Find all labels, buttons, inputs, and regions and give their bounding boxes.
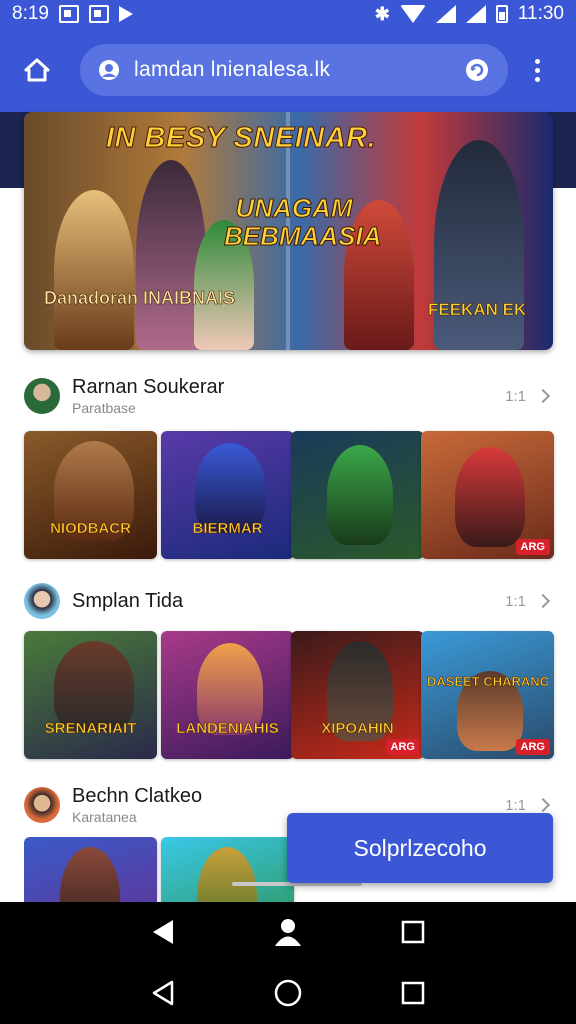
card-character — [54, 641, 134, 731]
back-button[interactable] — [143, 912, 183, 952]
section-title-group: Smplan Tida — [72, 590, 183, 613]
avatar — [24, 378, 60, 414]
battery-icon — [495, 5, 508, 23]
card-label: LANDENIAHIS — [176, 720, 279, 737]
status-time-left: 8:19 — [12, 3, 49, 24]
game-card[interactable]: SRENARIAIT — [24, 631, 157, 759]
card-character — [327, 445, 393, 545]
recents-button[interactable] — [393, 973, 433, 1013]
avatar — [24, 787, 60, 823]
card-badge: ARG — [385, 739, 420, 755]
url-text: lamdan lnienalesa.lk — [134, 58, 331, 81]
banner-title: IN BESY SNEINAR. — [105, 122, 377, 155]
browser-toolbar: lamdan lnienalesa.lk — [0, 28, 576, 112]
game-card[interactable]: NIODBACR — [24, 431, 157, 559]
url-bar[interactable]: lamdan lnienalesa.lk — [80, 44, 508, 96]
back-icon — [152, 980, 173, 1006]
circle-home-icon — [274, 979, 302, 1007]
section-title: Rarnan Soukerar — [72, 376, 225, 398]
status-time-right: 11:30 — [517, 3, 564, 24]
chevron-right-icon[interactable] — [535, 388, 551, 404]
section-header[interactable]: Rarnan Soukerar Paratbase 1:1 — [24, 374, 554, 418]
avatar — [24, 583, 60, 619]
status-bar: 8:19 ✱ 11:30 — [0, 0, 576, 28]
status-right: ✱ 11:30 — [375, 3, 564, 25]
section-title-group: Bechn Clatkeo Karatanea — [72, 785, 202, 825]
menu-dot — [534, 76, 540, 82]
user-pin-icon — [99, 60, 119, 80]
more-vert-icon[interactable] — [522, 47, 552, 93]
play-store-icon — [118, 6, 133, 22]
card-badge: ARG — [515, 539, 550, 555]
home-button[interactable] — [14, 47, 60, 93]
game-card[interactable]: XIPOAHIN ARG — [291, 631, 424, 759]
card-character — [60, 847, 120, 902]
chevron-right-icon[interactable] — [535, 593, 551, 609]
section-title: Smplan Tida — [72, 589, 184, 612]
bluetooth-icon: ✱ — [374, 3, 390, 24]
recents-button[interactable] — [393, 912, 433, 952]
card-label: NIODBACR — [50, 520, 131, 537]
subscribe-button[interactable]: Solprlzecoho — [287, 813, 553, 883]
menu-dot — [534, 58, 540, 64]
card-character — [197, 847, 257, 902]
square-icon — [402, 920, 425, 944]
notification-icon — [58, 5, 79, 23]
card-label: SRENARIAIT — [44, 720, 137, 737]
banner-center-title: UNAGAM BEBMAASIA — [224, 193, 382, 251]
navigation-bar-bottom — [0, 962, 576, 1024]
square-icon — [402, 981, 425, 1005]
section-title-group: Rarnan Soukerar Paratbase — [72, 376, 224, 416]
refresh-icon[interactable] — [464, 57, 490, 83]
card-character — [455, 447, 525, 547]
section-count: 1:1 — [505, 796, 526, 814]
section-count: 1:1 — [505, 387, 526, 405]
banner-left-logo: Danadoran INAIBNAIS — [44, 288, 236, 309]
card-label: BIERMAR — [192, 520, 263, 537]
section-count: 1:1 — [505, 592, 526, 610]
home-nav-button[interactable] — [268, 912, 308, 952]
game-card[interactable] — [161, 837, 294, 902]
menu-dot — [534, 67, 540, 73]
game-card[interactable]: BIERMAR — [161, 431, 294, 559]
wifi-icon — [399, 5, 426, 23]
chevron-right-icon[interactable] — [535, 797, 551, 813]
signal-icon — [435, 5, 456, 23]
status-left: 8:19 — [12, 3, 133, 25]
person-icon — [274, 919, 301, 946]
game-card[interactable]: DASEET CHARANG ARG — [421, 631, 554, 759]
hero-character — [54, 190, 134, 350]
gallery-icon — [88, 5, 109, 23]
game-card[interactable] — [291, 431, 424, 559]
home-icon — [24, 58, 50, 82]
banner-right-logo: FEEKAN EK — [428, 300, 527, 320]
section-header[interactable]: Smplan Tida 1:1 — [24, 579, 554, 623]
section-title: Bechn Clatkeo — [72, 785, 203, 807]
navigation-bar-top — [0, 902, 576, 962]
back-icon — [152, 920, 173, 944]
card-label: XIPOAHIN — [321, 720, 394, 737]
card-label: DASEET CHARANG — [427, 674, 548, 689]
hero-banner[interactable]: IN BESY SNEINAR. UNAGAM BEBMAASIA Danado… — [24, 112, 553, 350]
game-row: NIODBACR BIERMAR ARG — [24, 431, 554, 559]
game-row: SRENARIAIT LANDENIAHIS XIPOAHIN ARG DASE… — [24, 631, 554, 759]
game-card[interactable]: LANDENIAHIS — [161, 631, 294, 759]
back-button[interactable] — [143, 973, 183, 1013]
section-subtitle: Karatanea — [72, 809, 137, 825]
signal-icon-2 — [465, 5, 486, 23]
card-badge: ARG — [515, 739, 550, 755]
game-card[interactable]: ARG — [421, 431, 554, 559]
game-card[interactable] — [24, 837, 157, 902]
home-nav-button[interactable] — [268, 973, 308, 1013]
section-subtitle: Paratbase — [72, 400, 136, 416]
